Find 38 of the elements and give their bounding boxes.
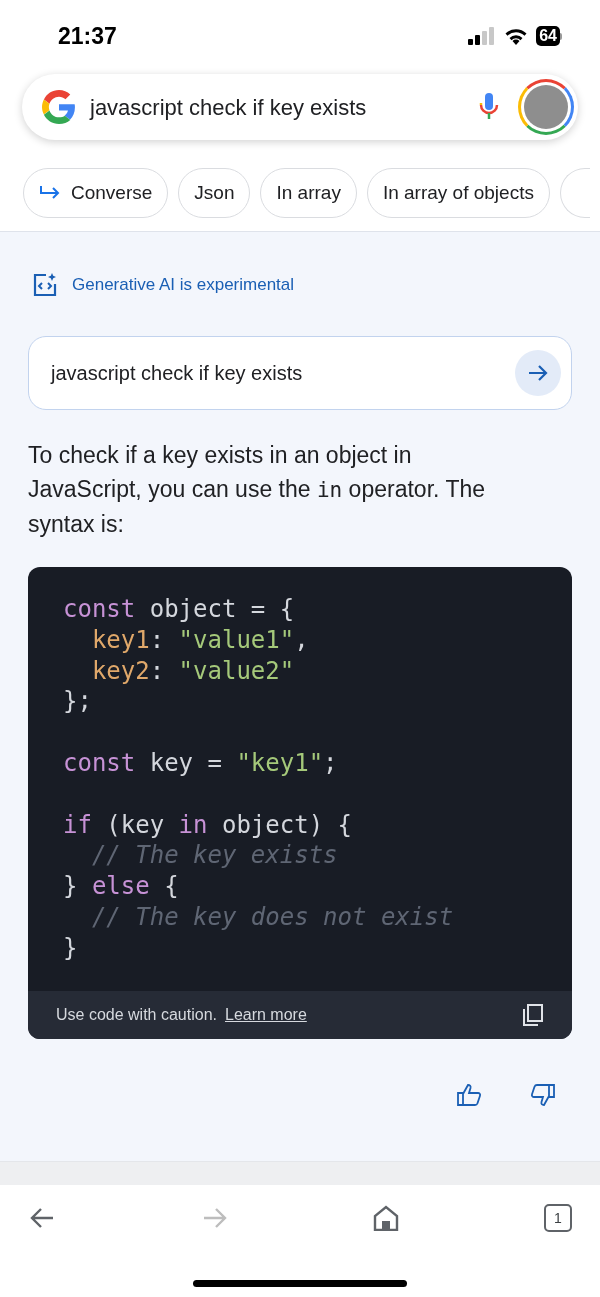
thumbs-down-icon[interactable] <box>530 1082 556 1107</box>
home-icon[interactable] <box>373 1205 400 1231</box>
answer-paragraph: To check if a key exists in an object in JavaScript, you can use the in operator. The syntax is: <box>28 441 487 539</box>
code-line: } <box>63 933 78 962</box>
caution-text: Use code with caution. <box>56 1004 217 1025</box>
turn-arrow-icon <box>39 185 61 201</box>
code-line: } else { <box>63 872 179 901</box>
code-line: key1: "value1", <box>90 625 309 654</box>
battery-indicator: 64 <box>536 26 562 46</box>
submit-button[interactable] <box>515 350 561 396</box>
signal-icon <box>468 27 497 45</box>
experimental-notice: Generative AI is experimental <box>72 274 295 297</box>
tab-count-button[interactable]: 1 <box>543 1204 572 1232</box>
thumbs-up-icon[interactable] <box>456 1082 482 1107</box>
code-line: if (key in object) { <box>63 810 352 839</box>
code-line: // The key exists <box>90 841 338 870</box>
code-line: }; <box>63 687 92 716</box>
code-line: const key = "key1"; <box>63 749 338 777</box>
learn-more-link[interactable]: Learn more <box>225 1002 307 1027</box>
code-line: const object = { <box>63 595 295 623</box>
search-field[interactable]: javascript check if key exists <box>22 74 578 140</box>
code-line: // The key does not exist <box>90 902 454 931</box>
google-logo-icon <box>42 90 76 124</box>
suggestion-chip[interactable]: In array <box>260 168 357 218</box>
status-time: 21:37 <box>58 21 117 51</box>
arrow-left-icon <box>30 1207 54 1229</box>
wifi-icon <box>504 27 529 45</box>
microphone-icon[interactable] <box>478 92 500 122</box>
code-line: key2: "value2" <box>90 656 295 685</box>
copy-icon[interactable] <box>522 1002 544 1027</box>
suggestion-chip[interactable]: Json <box>178 168 251 218</box>
query-field[interactable]: javascript check if key exists <box>28 336 572 410</box>
suggestion-chip[interactable]: In array of objects <box>366 168 550 218</box>
suggestion-chip[interactable]: Converse <box>23 168 169 218</box>
arrow-right-icon <box>528 364 548 382</box>
sparkle-code-icon <box>32 272 58 298</box>
avatar[interactable] <box>518 79 574 135</box>
arrow-right-icon <box>202 1207 227 1229</box>
